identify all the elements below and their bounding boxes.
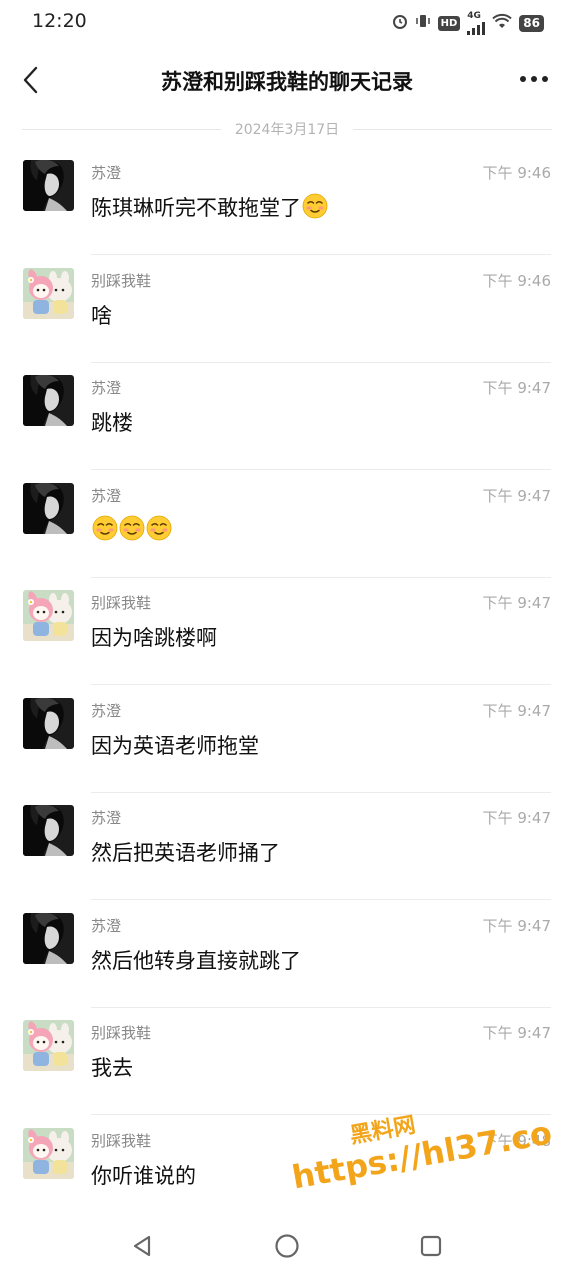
message-text: 啥 [91, 300, 112, 330]
avatar[interactable] [23, 1127, 74, 1179]
message-row[interactable]: 苏澄 下午 9:47 跳楼 [0, 363, 574, 470]
page-title: 苏澄和别踩我鞋的聊天记录 [161, 70, 413, 94]
message-text-content: 然后他转身直接就跳了 [91, 948, 301, 973]
message-text-content: 你听谁说的 [91, 1163, 196, 1188]
network-type: 4G [467, 11, 481, 21]
message-text: 因为英语老师拖堂 [91, 730, 259, 760]
blush-emoji-icon [119, 515, 145, 541]
message-text: 因为啥跳楼啊 [91, 622, 217, 652]
message-text: 跳楼 [91, 407, 133, 437]
message-time: 下午 9:46 [482, 271, 551, 290]
avatar[interactable] [23, 267, 74, 319]
avatar[interactable] [23, 697, 74, 749]
more-dot-icon [531, 76, 537, 82]
message-row[interactable]: 别踩我鞋 下午 9:48 你听谁说的 [0, 1116, 574, 1223]
blush-emoji-icon [302, 193, 328, 219]
message-row[interactable]: 苏澄 下午 9:47 然后把英语老师捅了 [0, 793, 574, 900]
navigation-bar: 苏澄和别踩我鞋的聊天记录 [0, 50, 574, 110]
back-button[interactable] [16, 62, 52, 98]
message-time: 下午 9:48 [482, 1131, 551, 1150]
message-row[interactable]: 苏澄 下午 9:47 [0, 471, 574, 578]
divider [353, 128, 553, 130]
message-time: 下午 9:46 [482, 164, 551, 182]
message-text: 然后把英语老师捅了 [91, 837, 280, 867]
sender-name: 苏澄 [91, 916, 122, 935]
message-text-content: 我去 [91, 1056, 133, 1080]
message-row[interactable]: 苏澄 下午 9:47 因为英语老师拖堂 [0, 686, 574, 793]
sender-name: 别踩我鞋 [91, 1024, 152, 1042]
square-recents-icon [420, 1235, 442, 1257]
divider [22, 128, 221, 130]
message-text-content: 因为啥跳楼啊 [91, 626, 217, 650]
back-arrow-icon [23, 66, 38, 94]
avatar[interactable] [23, 375, 74, 426]
message-text: 陈琪琳听完不敢拖堂了 [91, 192, 328, 222]
message-row[interactable]: 别踩我鞋 下午 9:47 我去 [0, 1008, 574, 1115]
system-back-button[interactable] [130, 1233, 156, 1263]
status-time: 12:20 [32, 10, 87, 32]
message-time: 下午 9:47 [482, 916, 551, 935]
sender-name: 别踩我鞋 [91, 1131, 152, 1150]
sender-name: 苏澄 [91, 164, 122, 182]
message-text-content: 跳楼 [91, 411, 133, 435]
message-text-content: 因为英语老师拖堂 [91, 733, 259, 758]
message-text: 我去 [91, 1052, 133, 1082]
message-row[interactable]: 苏澄 下午 9:47 然后他转身直接就跳了 [0, 901, 574, 1008]
more-dot-icon [520, 76, 526, 82]
message-time: 下午 9:47 [482, 809, 551, 827]
hd-badge: HD [437, 16, 461, 31]
status-icons: HD 4G 86 [392, 12, 544, 35]
message-time: 下午 9:47 [482, 486, 551, 505]
triangle-back-icon [133, 1235, 151, 1257]
date-separator: 2024年3月17日 [22, 117, 553, 141]
message-time: 下午 9:47 [482, 379, 551, 397]
alarm-icon [392, 13, 408, 34]
message-text-content: 然后把英语老师捅了 [91, 841, 280, 865]
message-time: 下午 9:47 [482, 594, 551, 612]
message-text-content: 啥 [91, 303, 112, 328]
system-recents-button[interactable] [419, 1234, 443, 1262]
signal-icon: 4G [467, 11, 486, 35]
more-dot-icon [542, 76, 548, 82]
sender-name: 苏澄 [91, 486, 122, 505]
message-time: 下午 9:47 [482, 701, 551, 720]
avatar[interactable] [23, 912, 74, 964]
sender-name: 苏澄 [91, 809, 122, 827]
battery-indicator: 86 [519, 15, 544, 32]
sender-name: 苏澄 [91, 701, 122, 720]
sender-name: 别踩我鞋 [91, 271, 152, 290]
message-row[interactable]: 别踩我鞋 下午 9:47 因为啥跳楼啊 [0, 578, 574, 685]
message-text-content: 陈琪琳听完不敢拖堂了 [91, 196, 301, 220]
more-options-button[interactable] [520, 76, 548, 82]
message-row[interactable]: 苏澄 下午 9:46 陈琪琳听完不敢拖堂了 [0, 148, 574, 255]
vibrate-icon [415, 13, 431, 34]
blush-emoji-icon [92, 515, 118, 541]
system-navigation-bar [0, 1215, 574, 1280]
avatar[interactable] [23, 160, 74, 211]
message-time: 下午 9:47 [482, 1024, 551, 1042]
system-home-button[interactable] [274, 1233, 300, 1263]
blush-emoji-icon [146, 515, 172, 541]
message-text [91, 515, 172, 542]
avatar[interactable] [23, 805, 74, 856]
status-bar: 12:20 HD 4G 86 [0, 0, 574, 44]
sender-name: 苏澄 [91, 379, 122, 397]
avatar[interactable] [23, 1020, 74, 1071]
message-text: 然后他转身直接就跳了 [91, 945, 301, 975]
message-text: 你听谁说的 [91, 1160, 196, 1190]
avatar[interactable] [23, 482, 74, 534]
avatar[interactable] [23, 590, 74, 641]
circle-home-icon [275, 1234, 299, 1258]
sender-name: 别踩我鞋 [91, 594, 152, 612]
wifi-icon [492, 13, 512, 34]
message-row[interactable]: 别踩我鞋 下午 9:46 啥 [0, 256, 574, 363]
date-label: 2024年3月17日 [234, 122, 340, 138]
